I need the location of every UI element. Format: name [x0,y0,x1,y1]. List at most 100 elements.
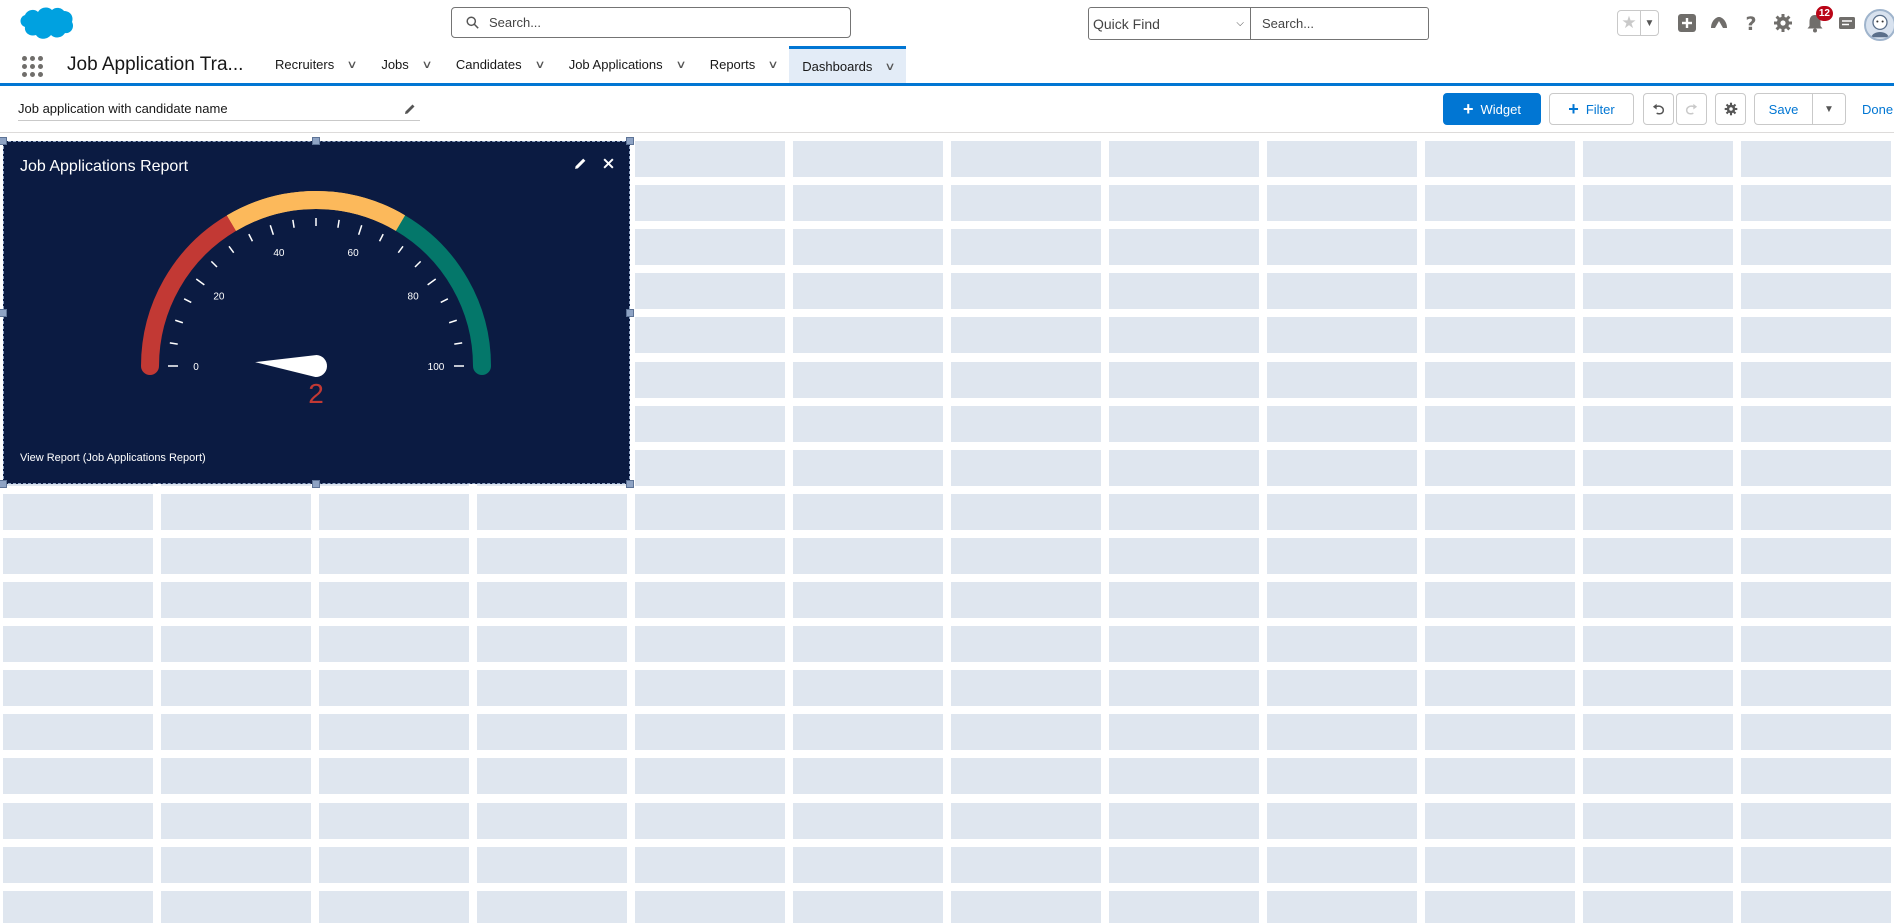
grid-placeholder-cell [1425,273,1575,310]
global-search-input[interactable]: Search... [451,7,851,38]
grid-placeholder-cell [793,273,943,310]
resize-handle[interactable] [0,480,7,488]
dashboard-title-field[interactable]: Job application with candidate name [18,97,420,121]
grid-placeholder-cell [635,582,785,618]
grid-placeholder-cell [1425,141,1575,177]
save-options-dropdown[interactable]: ▼ [1812,93,1846,125]
nav-item-dashboards[interactable]: Dashboards ∨ [789,46,907,83]
favorites-dropdown-icon[interactable]: ▼ [1641,11,1658,35]
dashboard-builder-toolbar: Job application with candidate name + Wi… [0,89,1894,133]
resize-handle[interactable] [312,137,320,145]
grid-placeholder-cell [1109,449,1259,486]
view-report-link[interactable]: View Report (Job Applications Report) [20,452,206,464]
redo-button[interactable] [1676,93,1707,125]
notification-count-badge: 12 [1815,6,1833,21]
chevron-down-icon[interactable]: ∨ [421,58,432,71]
properties-button[interactable] [1715,93,1746,125]
app-launcher-icon[interactable] [22,56,44,78]
save-button[interactable]: Save [1754,93,1813,125]
nav-item-reports[interactable]: Reports ∨ [697,46,790,83]
grid-placeholder-cell [3,714,153,751]
header-utility-icons: ★ ▼ ? 12 [1617,6,1863,37]
nav-item-jobs[interactable]: Jobs ∨ [368,46,443,83]
trailhead-icon[interactable] [1708,12,1730,34]
quickfind-select[interactable]: Quick Find ⌵ [1088,7,1251,40]
edit-icon[interactable] [573,156,587,170]
grid-placeholder-cell [1583,317,1733,354]
grid-placeholder-cell [635,802,785,839]
star-icon[interactable]: ★ [1618,11,1641,35]
grid-placeholder-cell [1267,405,1417,442]
chevron-down-icon: ▼ [1824,103,1834,115]
grid-placeholder-cell [951,229,1101,266]
grid-placeholder-cell [1267,273,1417,310]
grid-placeholder-cell [319,714,469,751]
grid-placeholder-cell [951,185,1101,222]
gauge-widget[interactable]: 0 20 40 60 80 100 2 Job Applications Report Vi… [3,141,630,484]
resize-handle[interactable] [312,480,320,488]
done-button[interactable]: Done [1862,102,1893,117]
feedback-icon[interactable] [1836,12,1858,34]
resize-handle[interactable] [0,309,7,317]
nav-item-candidates[interactable]: Candidates ∨ [443,46,556,83]
nav-item-recruiters[interactable]: Recruiters ∨ [262,46,368,83]
chevron-down-icon[interactable]: ∨ [675,58,686,71]
gauge-chart: 0 20 40 60 80 100 2 [141,191,491,409]
gauge-minor-tick [248,233,254,242]
grid-placeholder-cell [793,537,943,574]
grid-placeholder-cell [161,802,311,839]
grid-placeholder-cell [1583,714,1733,751]
grid-placeholder-cell [793,405,943,442]
chevron-down-icon: ⌵ [1236,18,1244,29]
grid-placeholder-cell [793,626,943,663]
resize-handle[interactable] [626,480,634,488]
grid-placeholder-cell [1741,141,1891,177]
user-avatar[interactable] [1864,9,1894,41]
grid-placeholder-cell [1741,626,1891,663]
grid-placeholder-cell [951,890,1101,923]
grid-placeholder-cell [477,802,627,839]
gauge-major-tick [357,225,363,235]
add-filter-button[interactable]: + Filter [1549,93,1634,125]
grid-placeholder-cell [635,141,785,177]
grid-placeholder-cell [1583,493,1733,530]
help-icon[interactable]: ? [1740,12,1762,34]
gauge-minor-tick [210,260,218,268]
grid-placeholder-cell [1425,537,1575,574]
salesforce-logo[interactable] [14,4,74,46]
gauge-minor-tick [397,245,404,254]
grid-placeholder-cell [1425,890,1575,923]
gear-icon[interactable] [1772,12,1794,34]
resize-handle[interactable] [626,137,634,145]
grid-placeholder-cell [1583,405,1733,442]
svg-text:?: ? [1745,13,1756,33]
grid-placeholder-cell [1741,317,1891,354]
grid-placeholder-cell [1425,626,1575,663]
chevron-down-icon[interactable]: ∨ [885,60,896,73]
bell-icon[interactable]: 12 [1804,6,1833,34]
resize-handle[interactable] [0,137,7,145]
nav-item-label: Dashboards [802,58,873,74]
nav-item-job-applications[interactable]: Job Applications ∨ [556,46,697,83]
chevron-down-icon[interactable]: ∨ [768,58,779,71]
grid-placeholder-cell [1425,185,1575,222]
undo-button[interactable] [1643,93,1674,125]
grid-placeholder-cell [951,449,1101,486]
grid-placeholder-cell [161,582,311,618]
grid-placeholder-cell [1109,582,1259,618]
resize-handle[interactable] [626,309,634,317]
grid-placeholder-cell [1741,846,1891,883]
grid-placeholder-cell [3,802,153,839]
add-icon[interactable] [1676,12,1698,34]
chevron-down-icon[interactable]: ∨ [347,58,358,71]
pencil-icon[interactable] [404,103,416,115]
setup-search-input[interactable]: Search... [1251,7,1429,40]
grid-placeholder-cell [1583,890,1733,923]
close-icon[interactable] [601,156,615,170]
nav-item-label: Candidates [455,57,522,72]
grid-placeholder-cell [1267,317,1417,354]
grid-placeholder-cell [951,582,1101,618]
add-widget-button[interactable]: + Widget [1443,93,1541,125]
chevron-down-icon[interactable]: ∨ [534,58,545,71]
grid-placeholder-cell [635,537,785,574]
